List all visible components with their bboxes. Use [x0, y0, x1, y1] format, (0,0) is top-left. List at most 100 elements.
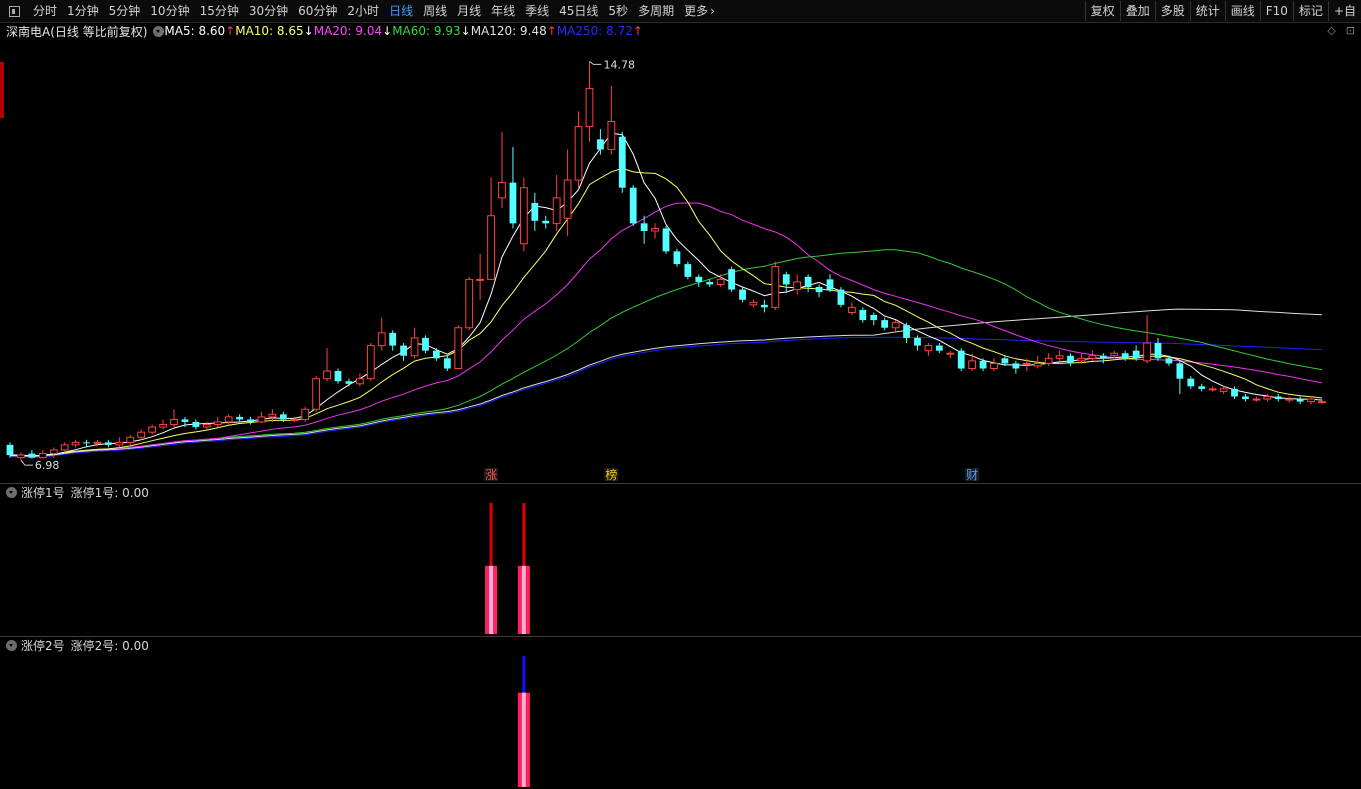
candle-body	[607, 120, 616, 150]
indicator1-spike	[522, 503, 526, 566]
candle-body	[1143, 342, 1151, 362]
candle-body	[1198, 386, 1206, 389]
indicator1-spike	[489, 503, 493, 566]
candle-body	[1001, 358, 1009, 364]
candle-body	[377, 332, 386, 347]
candle-body	[728, 269, 735, 290]
indicator2-name: 涨停2号	[21, 638, 65, 653]
candle-body	[115, 441, 124, 446]
candle-body	[859, 309, 867, 321]
candle-body	[695, 276, 703, 282]
candle-body	[903, 325, 910, 338]
candle-body	[1252, 398, 1261, 401]
candle-body	[323, 370, 331, 380]
high-marker	[589, 60, 602, 65]
candle-body	[1055, 355, 1064, 359]
candle-body	[640, 223, 648, 231]
indicator1-value: 涨停1号: 0.00	[70, 485, 149, 500]
indicator2-bar-core	[521, 692, 526, 787]
candle-body	[1132, 350, 1140, 359]
candle-body	[891, 322, 900, 329]
candle-body	[257, 416, 266, 423]
candle-body	[17, 454, 25, 459]
candle-body	[542, 220, 550, 224]
candle-body	[192, 421, 200, 428]
candle-body	[476, 278, 485, 281]
candle-body	[881, 320, 889, 328]
candle-body	[224, 416, 233, 423]
indicator2-spike	[522, 656, 526, 693]
candle-body	[826, 279, 834, 290]
indicator1-name: 涨停1号	[21, 485, 65, 500]
candle-body	[410, 337, 419, 357]
annotation-text: 财	[966, 468, 978, 482]
candle-body	[597, 139, 604, 150]
candle-body	[1067, 355, 1074, 364]
candle-body	[563, 179, 572, 219]
low-label: 6.98	[35, 459, 60, 472]
candle-body	[137, 431, 146, 438]
candle-body	[957, 350, 965, 369]
candle-body	[433, 350, 440, 359]
candle-body	[28, 453, 36, 458]
candle-body	[1263, 396, 1272, 400]
candle-body	[49, 449, 58, 455]
candle-body	[38, 453, 47, 459]
candle-body	[1307, 398, 1315, 403]
candle-body	[1154, 343, 1162, 359]
candle-body	[618, 136, 626, 188]
candle-body	[1274, 396, 1282, 400]
candle-body	[126, 436, 135, 443]
candle-body	[355, 378, 364, 385]
candle-body	[1187, 378, 1195, 387]
candle-body	[334, 371, 342, 382]
candle-body	[170, 418, 178, 426]
indicator2-value: 涨停2号: 0.00	[70, 638, 149, 653]
high-label: 14.78	[603, 58, 635, 71]
candle-body	[1219, 388, 1228, 392]
annotation-text: 涨	[485, 467, 497, 482]
candle-body	[716, 278, 725, 285]
candle-body	[60, 444, 69, 451]
low-marker	[20, 459, 33, 466]
candle-body	[837, 289, 845, 305]
candle-body	[1318, 401, 1326, 404]
candle-body	[1231, 388, 1238, 397]
panel-divider	[0, 483, 1361, 484]
ma120-line	[10, 308, 1323, 458]
candle-body	[422, 337, 429, 351]
candle-body	[1285, 398, 1294, 401]
indicator1-dropdown-icon[interactable]	[6, 486, 17, 498]
candle-body	[389, 332, 397, 346]
candle-body	[236, 416, 243, 420]
candle-body	[312, 378, 321, 410]
candle-body	[1022, 362, 1031, 365]
candle-body	[815, 287, 823, 293]
candle-body	[552, 197, 561, 224]
candle-body	[71, 441, 80, 446]
candle-body	[301, 408, 310, 420]
kline-chart: 14.78 6.98 涨 榜 财	[6, 58, 1326, 787]
candle-body	[761, 304, 768, 308]
candle-body	[1110, 352, 1119, 357]
candle-body	[793, 281, 802, 291]
candle-body	[465, 278, 474, 329]
candle-body	[1012, 363, 1020, 369]
candle-body	[1077, 357, 1086, 362]
indicator2-dropdown-icon[interactable]	[6, 639, 17, 651]
candle-body	[673, 251, 681, 265]
candle-body	[93, 441, 102, 444]
candle-body	[804, 276, 812, 288]
candle-body	[651, 227, 659, 232]
candle-body	[990, 362, 998, 370]
candle-body	[574, 126, 583, 181]
indicator2-legend: 涨停2号 涨停2号: 0.00	[0, 637, 149, 653]
candle-body	[345, 381, 353, 384]
candle-body	[1099, 355, 1107, 359]
candle-body	[1208, 388, 1217, 391]
candle-body	[213, 421, 222, 426]
candle-body	[706, 281, 714, 285]
candle-body	[290, 418, 299, 421]
candle-body	[585, 87, 594, 128]
candle-body	[847, 306, 856, 313]
